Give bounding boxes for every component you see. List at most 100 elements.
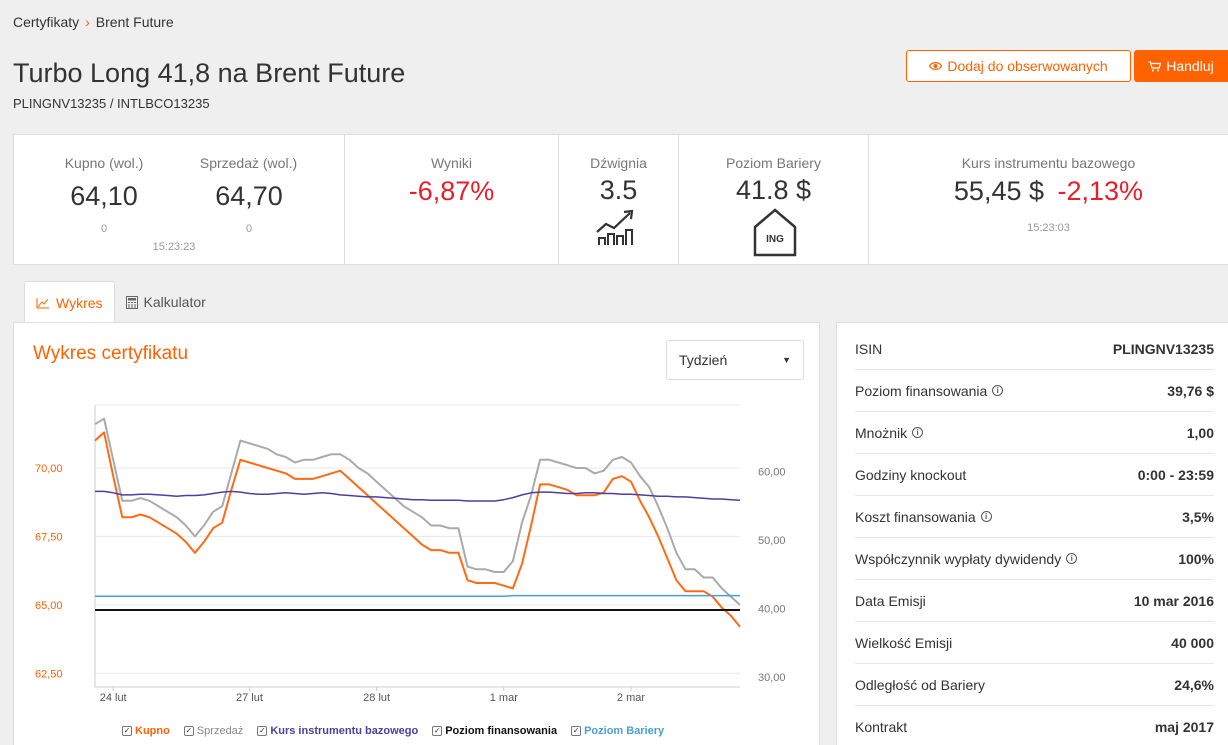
info-value: 10 mar 2016 bbox=[1133, 592, 1214, 609]
info-row: Współczynnik wypłaty dywidendy i 100% bbox=[855, 538, 1214, 580]
legend-item[interactable]: ✓ Poziom Bariery bbox=[571, 725, 664, 737]
cart-icon bbox=[1148, 60, 1162, 71]
series-line-sprzeda- bbox=[94, 417, 741, 606]
trade-button[interactable]: Handluj bbox=[1134, 50, 1228, 82]
x-tick-label: 1 mar bbox=[490, 692, 518, 704]
breadcrumb: Certyfikaty › Brent Future bbox=[13, 14, 174, 30]
legend-label: Sprzedaż bbox=[196, 725, 244, 737]
results-cell: Wyniki -6,87% bbox=[345, 135, 559, 264]
info-row: Mnożnik i 1,00 bbox=[855, 412, 1214, 454]
legend-item[interactable]: ✓ Kurs instrumentu bazowego bbox=[257, 725, 418, 737]
info-value: 0:00 - 23:59 bbox=[1137, 466, 1214, 483]
chart-panel: Wykres certyfikatu Tydzień ▼ 70,00 67,50 6… bbox=[13, 322, 820, 745]
x-tick-label: 24 lut bbox=[100, 692, 127, 704]
calculator-icon bbox=[125, 295, 138, 309]
info-label: Odległość od Bariery bbox=[855, 677, 985, 693]
legend-label: Kupno bbox=[135, 725, 170, 737]
info-label-text: Wielkość Emisji bbox=[855, 634, 953, 651]
y-left-tick-label: 70,00 bbox=[35, 463, 63, 475]
info-value: 24,6% bbox=[1174, 676, 1214, 693]
info-value: 3,5% bbox=[1182, 508, 1214, 525]
info-row: Data Emisji 10 mar 2016 bbox=[855, 580, 1214, 622]
barrier-value: 41.8 $ bbox=[735, 175, 812, 205]
sell-volume: 0 bbox=[245, 223, 253, 235]
buy-label: Kupno (wol.) bbox=[64, 155, 144, 171]
y-right-tick-label: 50,00 bbox=[758, 535, 786, 547]
line-chart-icon bbox=[36, 297, 49, 308]
underlying-quote: 55,45 $ -2,13% bbox=[869, 176, 1228, 207]
eye-icon bbox=[929, 62, 943, 70]
info-label-text: Poziom finansowania bbox=[855, 382, 988, 399]
info-row: Poziom finansowania i 39,76 $ bbox=[855, 370, 1214, 412]
info-row: Kontrakt maj 2017 bbox=[855, 706, 1214, 745]
sell-label: Sprzedaż (wol.) bbox=[199, 155, 298, 171]
buy-volume: 0 bbox=[100, 223, 108, 235]
info-tooltip-icon[interactable]: i bbox=[912, 427, 924, 438]
info-label-text: Kontrakt bbox=[855, 719, 908, 735]
breadcrumb-parent-link[interactable]: Certyfikaty bbox=[13, 14, 79, 30]
tab-chart[interactable]: Wykres bbox=[24, 281, 115, 323]
info-label-text: Koszt finansowania bbox=[855, 508, 976, 525]
info-label-text: Współczynnik wypłaty dywidendy bbox=[855, 550, 1062, 567]
info-value: PLINGNV13235 bbox=[1112, 340, 1214, 357]
legend-item[interactable]: ✓ Kupno bbox=[122, 725, 170, 737]
info-row: Odległość od Bariery 24,6% bbox=[855, 664, 1214, 706]
info-label-text: Mnożnik bbox=[855, 424, 908, 441]
legend-label: Poziom finansowania bbox=[445, 725, 558, 737]
certificate-chart: 70,00 67,50 65,00 62,50 60,00 50,00 40,00 30,00… bbox=[35, 404, 786, 704]
info-value: 39,76 $ bbox=[1167, 382, 1214, 399]
instrument-info-panel: ISIN PLINGNV13235 Poziom finansowania i 39,7… bbox=[836, 322, 1228, 745]
rising-bars-icon bbox=[596, 209, 634, 245]
info-label-text: ISIN bbox=[855, 340, 883, 357]
info-tooltip-icon[interactable]: i bbox=[992, 385, 1004, 396]
legend-label: Kurs instrumentu bazowego bbox=[270, 725, 419, 737]
info-value: 40 000 bbox=[1171, 634, 1214, 651]
info-label-text: Odległość od Bariery bbox=[855, 676, 985, 693]
checkbox-checked-icon[interactable]: ✓ bbox=[571, 726, 582, 736]
quote-time: 15:23:23 bbox=[152, 241, 196, 253]
checkbox-checked-icon[interactable]: ✓ bbox=[432, 726, 443, 736]
legend-item[interactable]: ✓ Sprzedaż bbox=[183, 725, 244, 737]
tab-calculator[interactable]: Kalkulator bbox=[115, 281, 217, 323]
info-tooltip-icon[interactable]: i bbox=[1066, 553, 1078, 564]
barrier-label: Poziom Bariery bbox=[726, 155, 821, 171]
info-label: Godziny knockout bbox=[855, 467, 966, 483]
underlying-value: 55,45 $ bbox=[953, 176, 1044, 206]
info-label-text: Godziny knockout bbox=[855, 466, 967, 483]
chart-legend: ✓ Kupno ✓ Sprzedaż ✓ Kurs instrumentu bazoweg… bbox=[122, 725, 664, 737]
info-label: Data Emisji bbox=[855, 593, 926, 609]
info-label: Wielkość Emisji bbox=[855, 635, 952, 651]
quote-stats-bar: Kupno (wol.) 64,10 0 Sprzedaż (wol.) 64,… bbox=[13, 134, 1228, 265]
leverage-label: Dźwignia bbox=[590, 155, 647, 171]
info-label: Koszt finansowania i bbox=[855, 509, 992, 525]
x-tick-label: 2 mar bbox=[617, 692, 645, 704]
quote-cell: Kupno (wol.) 64,10 0 Sprzedaż (wol.) 64,… bbox=[14, 135, 345, 264]
info-row: ISIN PLINGNV13235 bbox=[855, 328, 1214, 370]
trade-label: Handluj bbox=[1166, 58, 1214, 74]
x-tick-label: 27 lut bbox=[236, 692, 263, 704]
y-right-tick-label: 40,00 bbox=[758, 604, 786, 616]
legend-item[interactable]: ✓ Poziom finansowania bbox=[432, 725, 557, 737]
checkbox-checked-icon[interactable]: ✓ bbox=[257, 726, 268, 736]
underlying-label: Kurs instrumentu bazowego bbox=[961, 155, 1136, 171]
x-tick-label: 28 lut bbox=[363, 692, 390, 704]
info-label: Współczynnik wypłaty dywidendy i bbox=[855, 550, 1078, 567]
sell-value: 64,70 bbox=[215, 181, 283, 211]
info-value: 100% bbox=[1178, 550, 1214, 567]
add-to-watchlist-label: Dodaj do obserwowanych bbox=[947, 58, 1108, 74]
leverage-cell: Dźwignia 3.5 bbox=[559, 135, 679, 264]
y-left-tick-label: 67,50 bbox=[35, 531, 63, 543]
info-tooltip-icon[interactable]: i bbox=[980, 511, 992, 522]
tab-chart-label: Wykres bbox=[56, 294, 103, 311]
y-right-tick-label: 30,00 bbox=[758, 672, 786, 684]
checkbox-checked-icon[interactable]: ✓ bbox=[183, 726, 194, 736]
checkbox-checked-icon[interactable]: ✓ bbox=[122, 726, 132, 736]
y-left-tick-label: 65,00 bbox=[35, 600, 63, 612]
results-value: -6,87% bbox=[408, 176, 495, 206]
legend-label: Poziom Bariery bbox=[584, 725, 665, 737]
add-to-watchlist-button[interactable]: Dodaj do obserwowanych bbox=[906, 50, 1131, 82]
tab-calculator-label: Kalkulator bbox=[143, 294, 206, 310]
info-label: Kontrakt bbox=[855, 719, 907, 735]
tab-bar: Wykres Kalkulator bbox=[24, 281, 217, 323]
page-title: Turbo Long 41,8 na Brent Future bbox=[13, 58, 406, 88]
